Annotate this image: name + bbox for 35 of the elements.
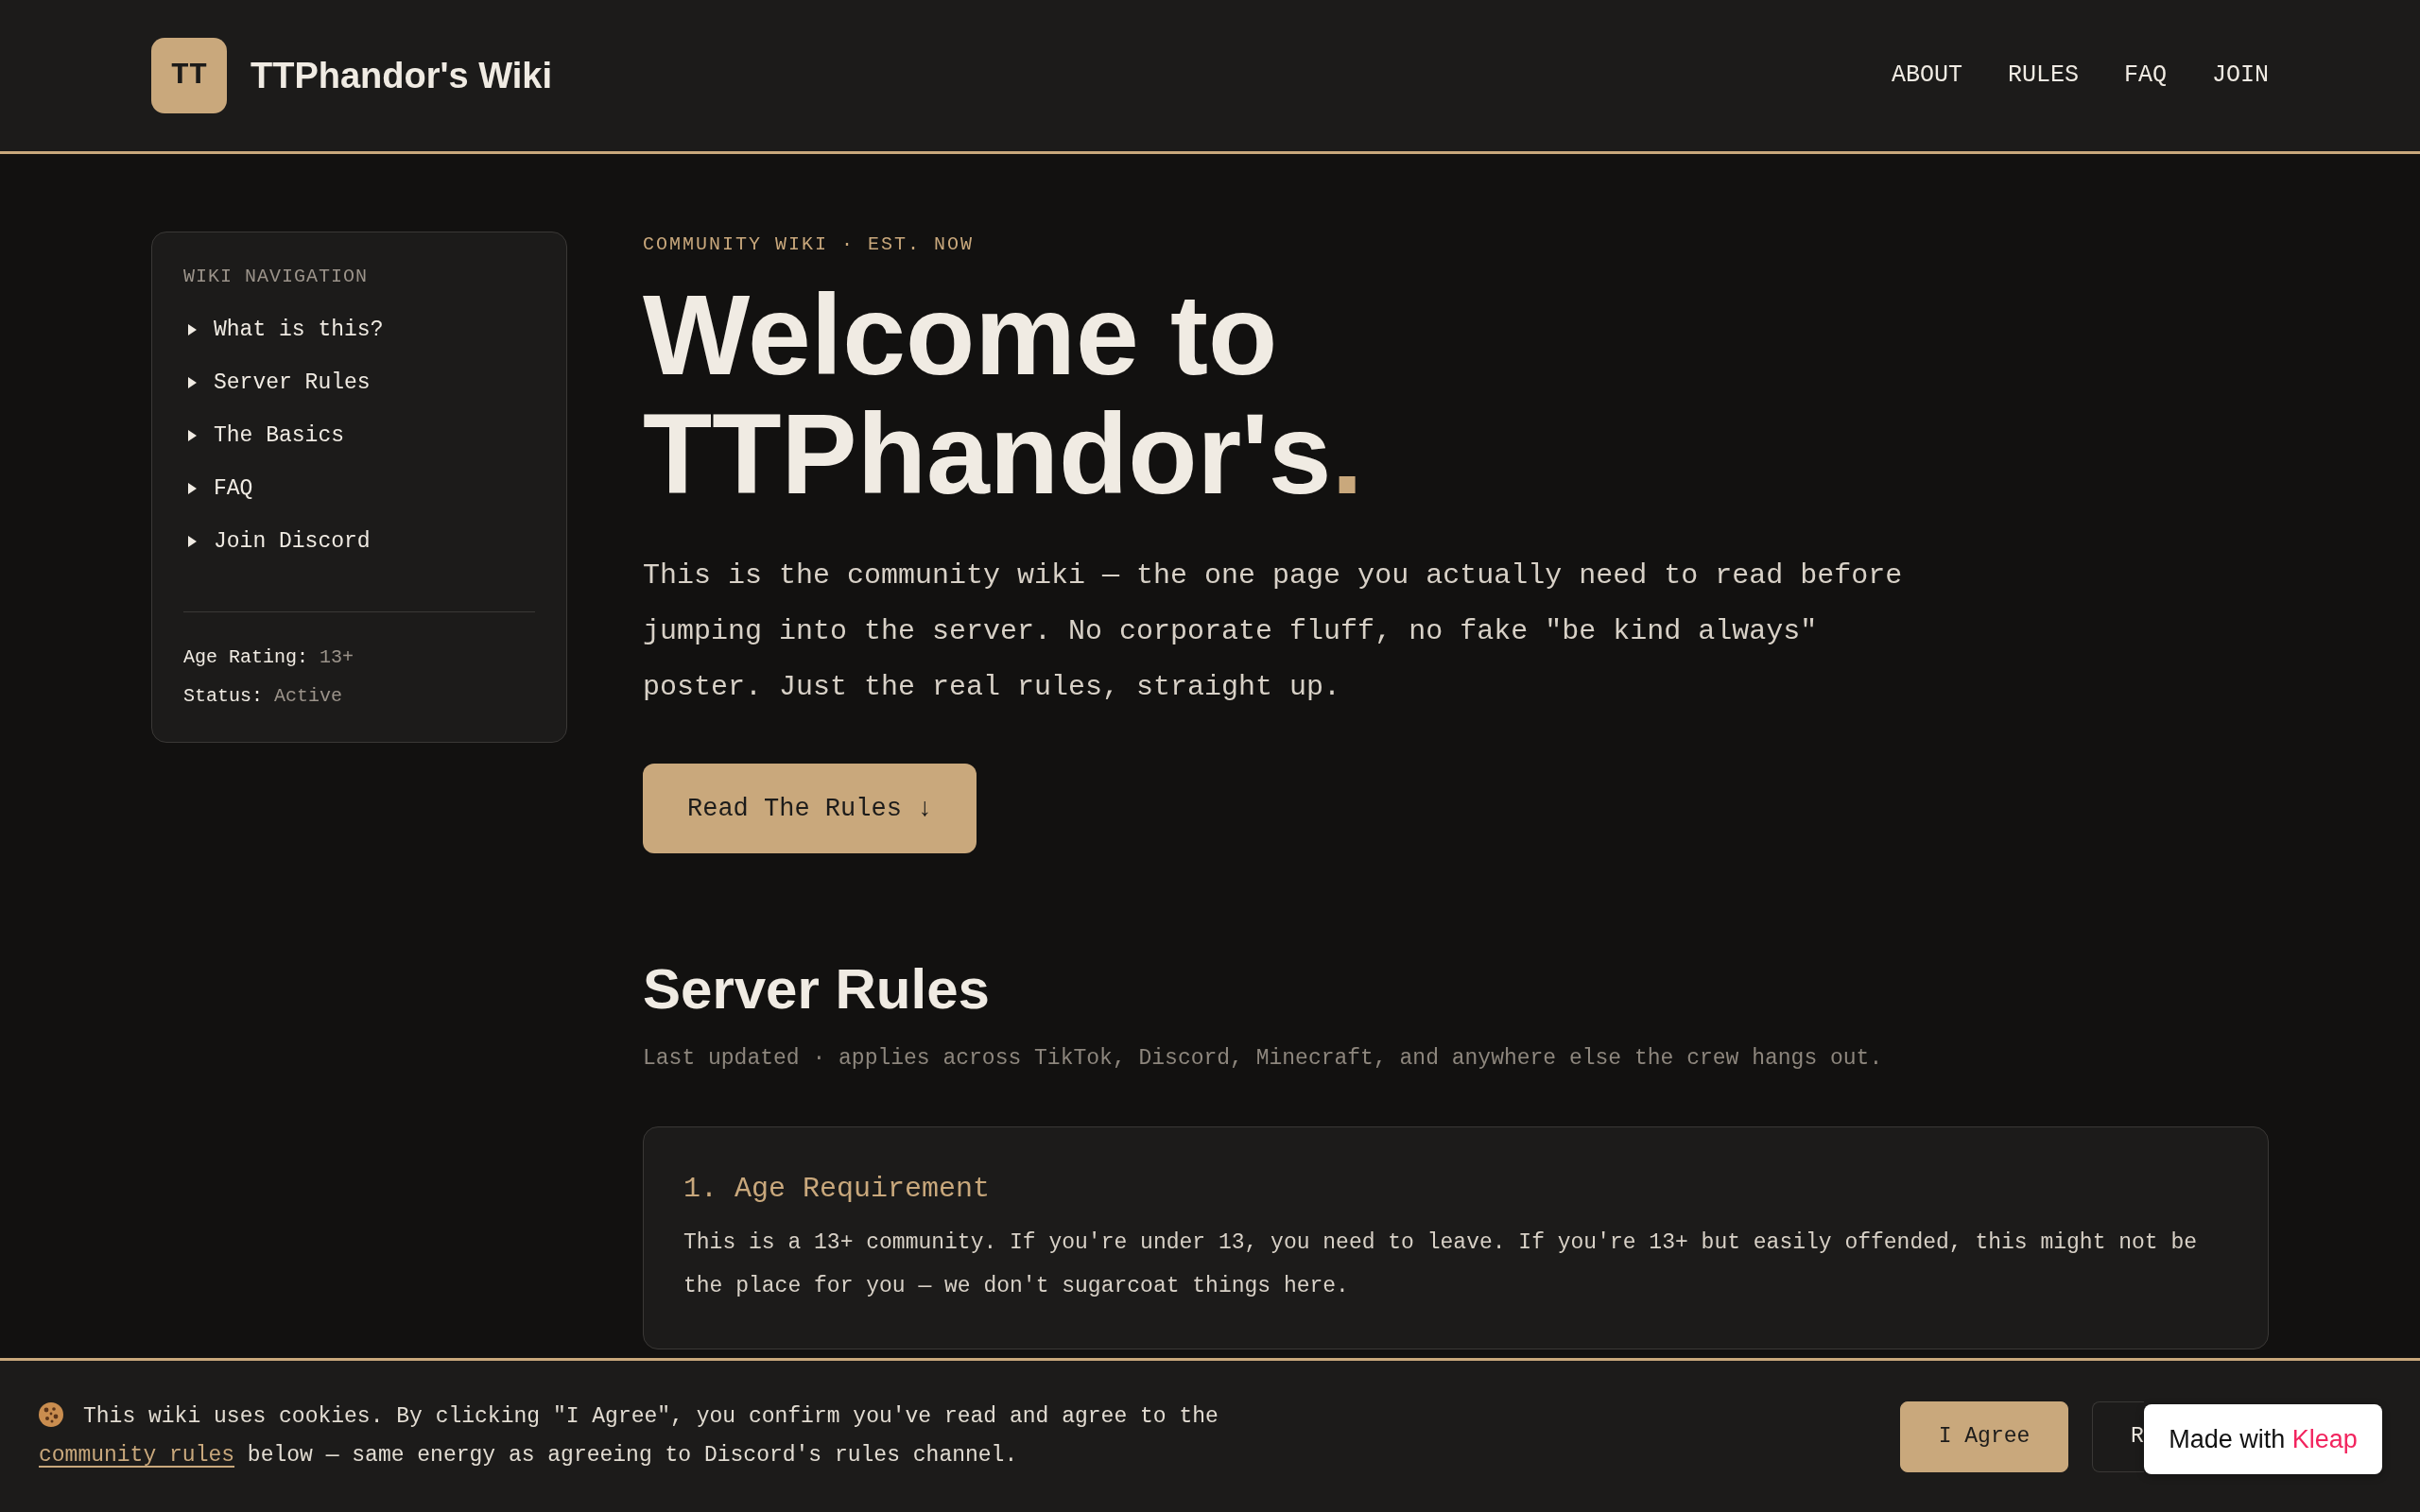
cookie-icon	[39, 1402, 63, 1427]
sidebar-link[interactable]: FAQ	[183, 472, 535, 506]
hero-intro: This is the community wiki — the one page you actually need to read before jumping into the server. No corporate fluff, no fake "be kind always" poster. Just the real rules, straight up.	[643, 558, 1904, 705]
logo-mark: TT	[151, 38, 227, 113]
sidebar-link[interactable]: The Basics	[183, 419, 535, 453]
meta-label: Status:	[183, 684, 263, 709]
meta-value: Active	[274, 684, 343, 709]
hero-heading: Welcome to TTPhandor's.	[643, 275, 1364, 513]
read-rules-button[interactable]: Read The Rules ↓	[643, 764, 977, 853]
cookie-button[interactable]: I Agree	[1900, 1400, 2068, 1472]
nav-link[interactable]: ABOUT	[1891, 60, 1962, 92]
community-rules-link[interactable]: community rules	[39, 1443, 235, 1468]
sidebar-link[interactable]: Join Discord	[183, 524, 535, 558]
section-subtitle: Last updated · applies across TikTok, Discord, Minecraft, and anywhere else the crew hangs out.	[643, 1045, 1884, 1073]
section-heading: Server Rules	[643, 956, 991, 1022]
cookie-button[interactable]: R	[2092, 1400, 2144, 1472]
triangle-bullet-icon	[188, 324, 197, 335]
rule-title: 1. Age Requirement	[683, 1172, 992, 1207]
site-title: TTPhandor's Wiki	[251, 55, 553, 97]
hero-eyebrow: COMMUNITY WIKI · EST. NOW	[643, 232, 976, 257]
made-with-badge-link[interactable]: Made with Kleap	[2144, 1404, 2382, 1474]
nav-link[interactable]: RULES	[2007, 60, 2079, 92]
sidebar-heading: WIKI NAVIGATION	[183, 265, 370, 289]
triangle-bullet-icon	[188, 430, 197, 441]
meta-label: Age Rating:	[183, 645, 309, 670]
sidebar-link[interactable]: Server Rules	[183, 366, 535, 400]
cookie-notice: This wiki uses cookies. By clicking "I Agree", you confirm you've read and agree to the community rules below — same energy as agreeing to Discord's rules channel.	[39, 1401, 1219, 1469]
triangle-bullet-icon	[188, 377, 197, 388]
meta-value: 13+	[320, 645, 354, 670]
nav-link[interactable]: JOIN	[2212, 60, 2269, 92]
sidebar-link[interactable]: What is this?	[183, 313, 535, 347]
triangle-bullet-icon	[188, 536, 197, 547]
rule-text: This is a 13+ community. If you're under 13, you need to leave. If you're 13+ but easily offended, this might not be the place for you — we don't sugarcoat things here.	[683, 1229, 2199, 1300]
nav-link[interactable]: FAQ	[2123, 60, 2167, 92]
triangle-bullet-icon	[188, 483, 197, 494]
